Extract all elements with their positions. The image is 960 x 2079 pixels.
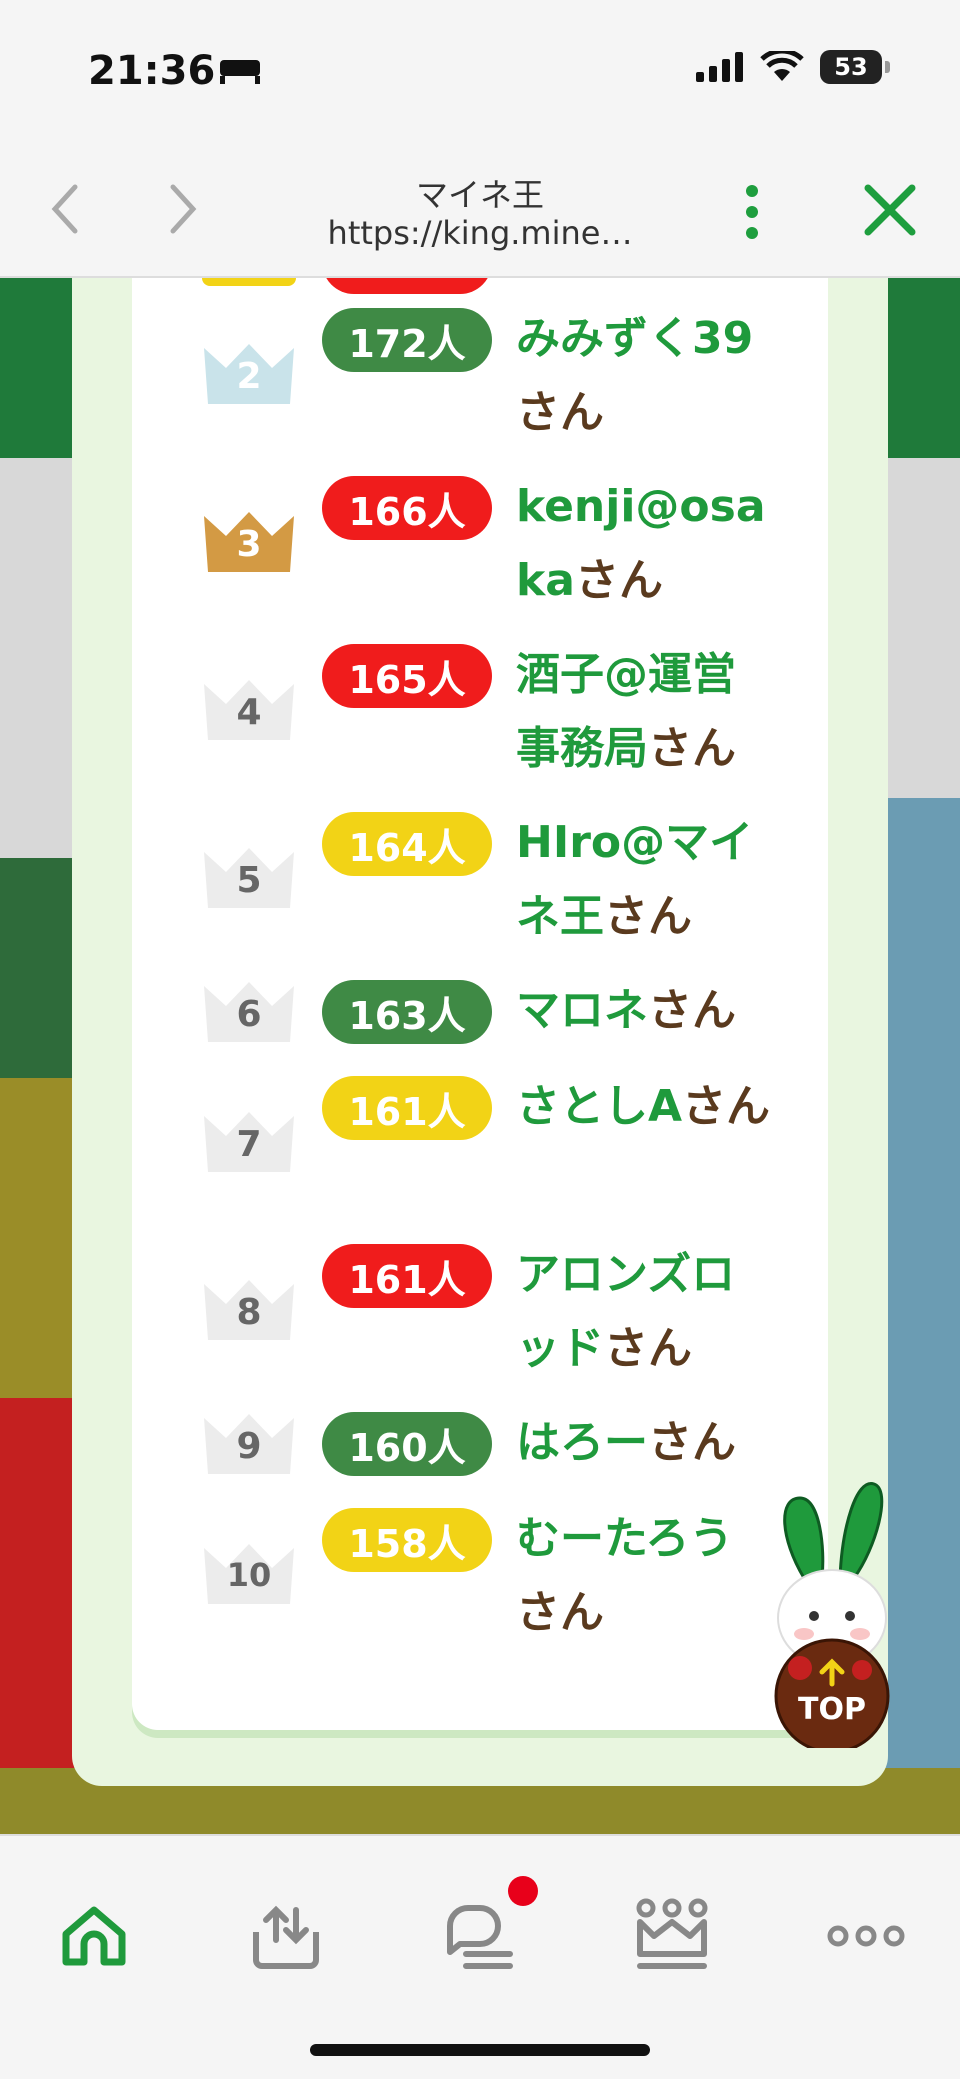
user-name[interactable]: HIro@マイネ王さん <box>516 806 776 954</box>
more-icon <box>827 1925 905 1947</box>
honorific: さん <box>648 985 736 1036</box>
gold-crown-icon <box>202 278 296 286</box>
forward-button[interactable] <box>148 174 218 244</box>
user-name-text: マロネ <box>516 985 648 1036</box>
rank-number: 2 <box>236 356 262 397</box>
crown-icon: 7 <box>202 1110 296 1174</box>
page-url[interactable]: https://king.mine… <box>300 214 660 252</box>
map-region <box>0 858 80 1078</box>
tab-more[interactable] <box>816 1886 916 1986</box>
user-name[interactable]: みみずく39 さん <box>516 302 776 450</box>
honorific: さん <box>516 387 604 438</box>
rank-number: 3 <box>236 524 262 565</box>
chevron-left-icon <box>51 184 78 234</box>
user-name[interactable]: はろーさん <box>516 1406 776 1480</box>
dot <box>746 206 758 218</box>
count-badge: 164人 <box>322 812 492 876</box>
chevron-right-icon <box>170 184 197 234</box>
rank-number: 8 <box>236 1292 262 1333</box>
sleep-mode-icon <box>220 60 260 84</box>
home-icon <box>62 1906 126 1966</box>
count-badge: 160人 <box>322 1412 492 1476</box>
browser-header: マイネ王 https://king.mine… <box>0 150 960 278</box>
rank-number: 6 <box>236 994 262 1035</box>
wifi-icon <box>760 51 804 81</box>
back-button[interactable] <box>30 174 100 244</box>
count-badge: 165人 <box>322 644 492 708</box>
content-area: 2 172人 みみずく39 さん 3 166人 kenji@osakaさん 4 1… <box>0 278 960 1834</box>
count-badge: 161人 <box>322 1244 492 1308</box>
more-options-button[interactable] <box>732 180 772 246</box>
page-title: マイネ王 <box>415 176 544 214</box>
user-name[interactable]: kenji@osakaさん <box>516 470 776 618</box>
signal-icon <box>696 52 743 82</box>
user-name-text: むーたろう <box>516 1513 734 1564</box>
honorific: さん <box>574 555 663 606</box>
top-button-label: TOP <box>798 1692 866 1727</box>
bottom-tab-bar <box>0 1834 960 2079</box>
status-bar: 21:36 53 <box>0 0 960 150</box>
rank-number: 9 <box>236 1426 262 1467</box>
upload-icon <box>253 1905 319 1969</box>
close-icon[interactable] <box>858 178 922 242</box>
battery-indicator: 53 <box>820 50 890 84</box>
user-name-text: みみずく39 <box>516 313 754 364</box>
honorific: さん <box>604 1323 692 1374</box>
status-indicators: 53 <box>696 50 890 84</box>
count-badge: 166人 <box>322 476 492 540</box>
notification-dot <box>508 1876 538 1906</box>
rank-number: 10 <box>226 1556 272 1594</box>
dot <box>746 185 758 197</box>
crown-icon: 8 <box>202 1278 296 1342</box>
bronze-crown-icon: 3 <box>202 510 296 574</box>
crown-icon: 9 <box>202 1412 296 1476</box>
user-name[interactable]: むーたろうさん <box>516 1502 776 1650</box>
crown-icon <box>636 1898 708 1969</box>
honorific: さん <box>516 1587 604 1638</box>
status-time: 21:36 <box>88 48 216 94</box>
user-name-text: さとしA <box>516 1081 683 1132</box>
ranking-card: 2 172人 みみずく39 さん 3 166人 kenji@osakaさん 4 1… <box>132 278 828 1730</box>
crown-icon: 10 <box>202 1542 296 1606</box>
tab-upload[interactable] <box>236 1886 336 1986</box>
tab-ranking[interactable] <box>622 1886 722 1986</box>
map-region <box>880 798 960 1834</box>
honorific: さん <box>682 1081 771 1132</box>
honorific: さん <box>604 891 692 942</box>
honorific: さん <box>648 1417 736 1468</box>
count-badge: 163人 <box>322 980 492 1044</box>
rank-number: 4 <box>236 692 262 733</box>
map-region <box>0 1078 80 1398</box>
scroll-to-top-button[interactable]: TOP <box>770 1458 890 1754</box>
count-badge: 172人 <box>322 308 492 372</box>
honorific: さん <box>648 723 736 774</box>
chat-icon <box>447 1905 513 1969</box>
user-name-text: はろー <box>516 1417 648 1468</box>
count-badge: 161人 <box>322 1076 492 1140</box>
rank-number: 5 <box>236 860 262 901</box>
crown-icon: 4 <box>202 678 296 742</box>
user-name[interactable]: アロンズロッドさん <box>516 1238 776 1386</box>
rank-number: 7 <box>236 1124 262 1165</box>
count-badge <box>322 278 492 294</box>
crown-icon: 5 <box>202 846 296 910</box>
user-name[interactable]: 酒子@運営事務局さん <box>516 638 776 786</box>
tab-home[interactable] <box>44 1886 144 1986</box>
user-name[interactable]: マロネさん <box>516 974 776 1048</box>
map-region <box>0 1398 80 1818</box>
count-badge: 158人 <box>322 1508 492 1572</box>
home-indicator <box>310 2044 650 2056</box>
silver-crown-icon: 2 <box>202 342 296 406</box>
crown-icon: 6 <box>202 980 296 1044</box>
user-name[interactable]: さとしAさん <box>516 1070 776 1144</box>
dot <box>746 227 758 239</box>
